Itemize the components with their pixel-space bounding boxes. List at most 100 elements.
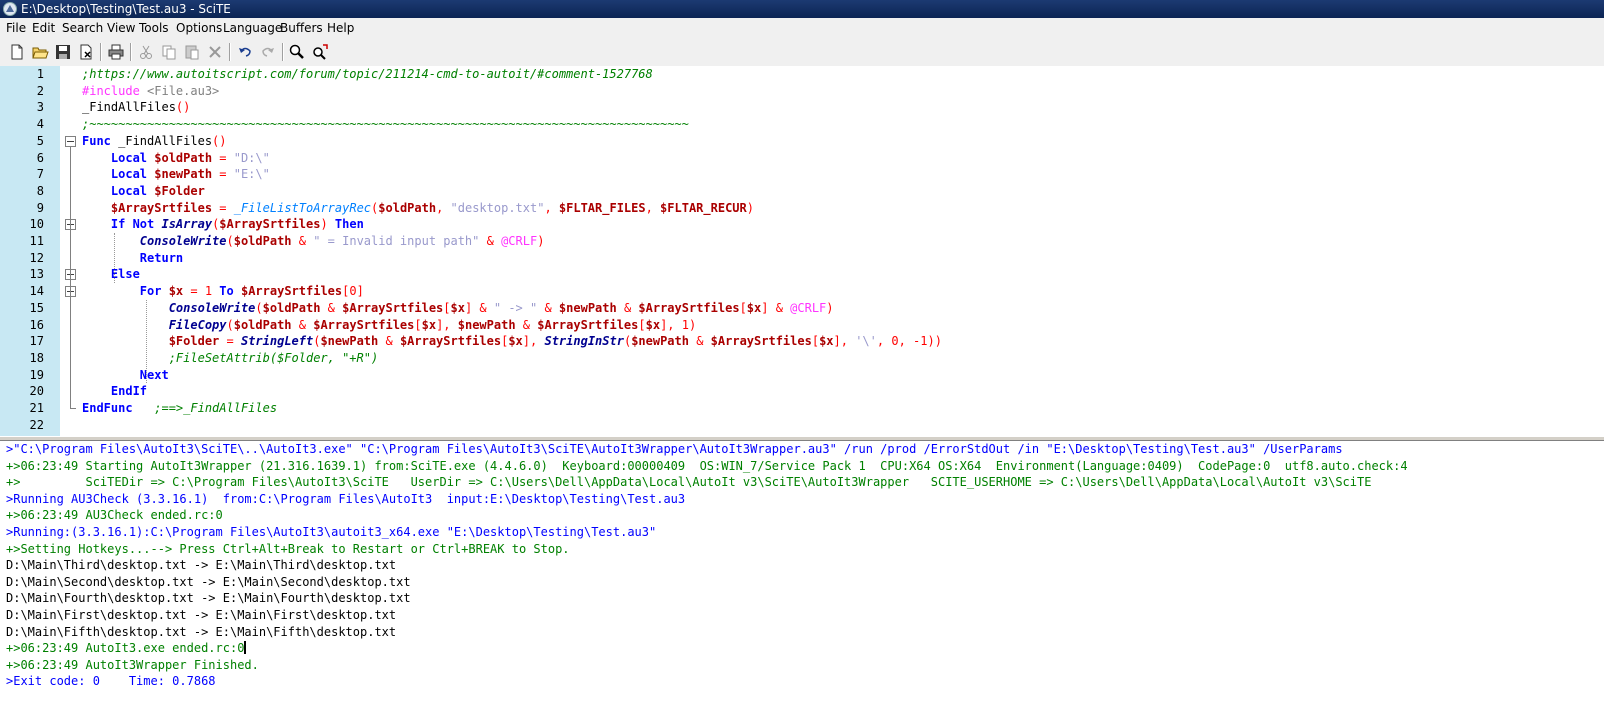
code-token: $x xyxy=(508,334,523,349)
output-line: +>06:23:49 AU3Check ended.rc:0 xyxy=(6,507,223,524)
code-token: $newPath xyxy=(457,317,516,332)
output-line: D:\Main\Second\desktop.txt -> E:\Main\Se… xyxy=(6,574,411,591)
code-token: $x xyxy=(168,284,184,299)
output-text: >Exit code: 0 Time: 0.7868 xyxy=(6,674,216,689)
code-line: ;https://www.autoitscript.com/forum/topi… xyxy=(82,66,653,83)
code-token: () xyxy=(175,100,191,115)
output-line: D:\Main\First\desktop.txt -> E:\Main\Fir… xyxy=(6,607,396,624)
code-token: -1 xyxy=(913,334,928,349)
code-line: Local $oldPath = "D:\" xyxy=(82,150,270,167)
output-text: D:\Main\Second\desktop.txt -> E:\Main\Se… xyxy=(6,574,411,589)
find-icon[interactable] xyxy=(288,43,306,61)
output-line: +>06:23:49 AutoIt3.exe ended.rc:0 xyxy=(6,640,247,657)
replace-icon[interactable] xyxy=(311,43,329,61)
toolbar-separator xyxy=(100,43,102,61)
code-token: ) xyxy=(320,217,335,232)
code-token: ] & xyxy=(761,300,791,315)
code-token: Return xyxy=(82,250,184,265)
code-token: ) xyxy=(537,234,545,248)
code-token: & xyxy=(688,334,711,349)
line-number: 22 xyxy=(29,417,44,432)
output-text: +> SciTEDir => C:\Program Files\AutoIt3\… xyxy=(6,475,1372,490)
menu-bar: File Edit Search View Tools Options Lang… xyxy=(0,18,1604,38)
code-token: For xyxy=(82,284,169,299)
code-token: " -> " xyxy=(493,300,538,315)
open-icon[interactable] xyxy=(31,43,49,61)
copy-icon[interactable] xyxy=(160,43,178,61)
code-token: , xyxy=(645,200,661,215)
line-number: 11 xyxy=(29,234,44,248)
code-token: = xyxy=(212,167,234,182)
close-file-icon[interactable] xyxy=(77,43,95,61)
toolbar-separator xyxy=(229,43,231,61)
code-token: $ArraySrtfiles xyxy=(537,317,639,332)
undo-icon[interactable] xyxy=(236,43,254,61)
line-number: 15 xyxy=(29,300,44,315)
code-line: #include <File.au3> xyxy=(82,83,219,100)
output-line: +>06:23:49 AutoIt3Wrapper Finished. xyxy=(6,657,259,674)
code-token: ConsoleWrite xyxy=(139,234,227,248)
code-line: $ArraySrtfiles = _FileListToArrayRec($ol… xyxy=(82,200,754,217)
code-token: Next xyxy=(82,367,169,382)
menu-language[interactable]: Language xyxy=(223,18,282,38)
code-line: _FindAllFiles() xyxy=(82,99,190,116)
code-token: To xyxy=(212,284,241,299)
paste-icon[interactable] xyxy=(183,43,201,61)
code-editor[interactable]: 1 2 3 4 5 6 7 8 9 10 11 12 13 14 15 16 17 18 19 20 21 22 ;htt… xyxy=(0,66,1604,436)
code-line: If Not IsArray($ArraySrtfiles) Then xyxy=(82,216,364,233)
output-line: +>06:23:49 Starting AutoIt3Wrapper (21.3… xyxy=(6,458,1408,475)
scite-app-icon[interactable] xyxy=(3,2,17,16)
code-token: & xyxy=(515,317,538,332)
code-line: EndIf xyxy=(82,383,147,400)
line-number: 13 xyxy=(29,267,44,282)
line-number: 16 xyxy=(29,317,44,332)
output-line: D:\Main\Fifth\desktop.txt -> E:\Main\Fif… xyxy=(6,624,396,641)
line-number: 5 xyxy=(36,133,44,148)
code-token: $ArraySrtfiles xyxy=(219,217,321,232)
line-number: 2 xyxy=(36,83,44,98)
code-token: $oldPath xyxy=(233,234,292,248)
code-token: )) xyxy=(927,334,942,349)
menu-tools[interactable]: Tools xyxy=(139,18,169,38)
output-pane[interactable]: >"C:\Program Files\AutoIt3\SciTE\..\Auto… xyxy=(0,441,1604,711)
output-text: >Running AU3Check (3.3.16.1) from:C:\Pro… xyxy=(6,491,686,506)
redo-icon[interactable] xyxy=(259,43,277,61)
code-token: $Folder xyxy=(168,334,220,349)
new-icon[interactable] xyxy=(8,43,26,61)
output-line: >Running AU3Check (3.3.16.1) from:C:\Pro… xyxy=(6,491,685,508)
code-token: FileCopy xyxy=(168,317,227,332)
code-token: ], xyxy=(660,317,682,332)
code-token: $ArraySrtfiles xyxy=(710,334,812,349)
code-token: EndFunc xyxy=(82,401,133,415)
menu-help[interactable]: Help xyxy=(327,18,354,38)
code-token: ( xyxy=(226,234,234,248)
code-token: $x xyxy=(645,317,661,332)
menu-file[interactable]: File xyxy=(6,18,26,38)
fold-end-marker xyxy=(70,408,76,409)
code-token: 0 xyxy=(891,334,899,349)
menu-view[interactable]: View xyxy=(107,18,135,38)
code-line: $Folder = StringLeft($newPath & $ArraySr… xyxy=(82,333,942,350)
menu-options[interactable]: Options xyxy=(176,18,222,38)
code-token: ;~~~~~~~~~~~~~~~~~~~~~~~~~~~~~~~~~~~~~~~… xyxy=(82,117,689,132)
output-text: >"C:\Program Files\AutoIt3\SciTE\..\Auto… xyxy=(6,442,1343,456)
delete-icon[interactable] xyxy=(206,43,224,61)
print-icon[interactable] xyxy=(107,43,125,61)
toolbar xyxy=(0,38,1604,67)
code-token: ;==>_FindAllFiles xyxy=(132,401,278,415)
cut-icon[interactable] xyxy=(137,43,155,61)
menu-buffers[interactable]: Buffers xyxy=(280,18,323,38)
code-token: EndIf xyxy=(82,384,148,399)
line-number: 18 xyxy=(29,350,44,365)
menu-search[interactable]: Search xyxy=(62,18,103,38)
save-icon[interactable] xyxy=(54,43,72,61)
line-number: 14 xyxy=(29,284,44,299)
code-token: ] & xyxy=(464,300,494,315)
toolbar-separator xyxy=(282,43,284,61)
code-line: EndFunc ;==>_FindAllFiles xyxy=(82,400,277,417)
output-text: +>06:23:49 AutoIt3.exe ended.rc:0 xyxy=(6,641,245,656)
menu-edit[interactable]: Edit xyxy=(32,18,55,38)
toolbar-separator xyxy=(130,43,132,61)
